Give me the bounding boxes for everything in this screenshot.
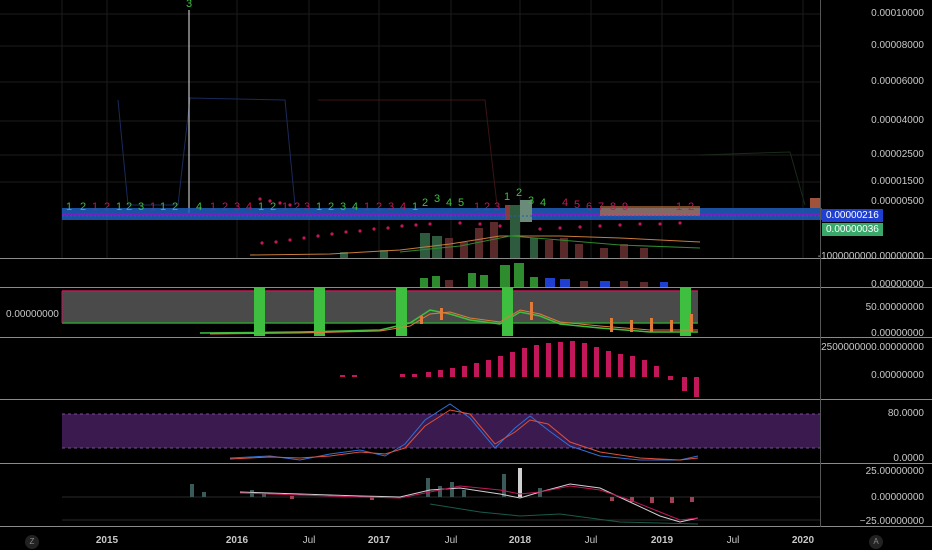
- td-count: 4: [562, 197, 569, 209]
- td-count: 2: [104, 201, 111, 213]
- indicator-5-chart: [62, 468, 820, 525]
- price-axis-label: 0.00001500: [871, 176, 924, 187]
- td-count: 2: [294, 201, 301, 213]
- price-chart: 3: [0, 0, 822, 258]
- td-red-row: 1 2 1 1 2 3 4 1 2 3 1 2 3 4 1 2 3 4 5 6 …: [64, 197, 714, 215]
- pane5-axis-label: 25.00000000: [865, 466, 924, 477]
- volume-pane[interactable]: -1000000000.00000000 0.00000000: [0, 251, 932, 290]
- td-count: 3: [388, 201, 395, 213]
- last-price-tag: 0.00000216: [822, 209, 883, 222]
- td-count: 3: [494, 201, 501, 213]
- td-count: 7: [598, 201, 605, 213]
- price-axis-label: 0.00000500: [871, 196, 924, 207]
- td-count: 8: [610, 201, 617, 213]
- td-count: 2: [222, 201, 229, 213]
- price-axis-label: 0.00006000: [871, 76, 924, 87]
- pane3-axis-label: 0.00000000: [871, 370, 924, 381]
- td-count: 2: [688, 201, 695, 213]
- time-axis-label: 2015: [95, 535, 119, 546]
- time-axis-label: 2019: [650, 535, 674, 546]
- td-count: 1: [364, 201, 371, 213]
- time-axis-label: Jul: [302, 535, 316, 546]
- td-count: 1: [282, 201, 289, 213]
- indicator-pane-4[interactable]: 80.0000 0.0000: [0, 400, 932, 464]
- td-count: 2: [376, 201, 383, 213]
- time-axis-label: Jul: [444, 535, 458, 546]
- secondary-price-tag: 0.00000036: [822, 223, 883, 236]
- td-count: 1: [474, 201, 481, 213]
- price-pane[interactable]: 3 1 2 1 2 3 1 2 4 1 2 1 2 3 4 1 2 3 4 5 …: [0, 0, 932, 258]
- time-axis-label: 2018: [508, 535, 532, 546]
- time-axis-label: Jul: [726, 535, 740, 546]
- indicator-pane-5[interactable]: 25.00000000 0.00000000 −25.00000000: [0, 464, 932, 527]
- pane2-left-label: 0.00000000: [6, 309, 59, 320]
- volume-axis-label: -1000000000.00000000: [817, 251, 924, 262]
- zoom-reset-button[interactable]: Z: [25, 535, 39, 549]
- td-count: 4: [246, 201, 253, 213]
- td-count: 1: [150, 201, 157, 213]
- price-axis-label: 0.00004000: [871, 115, 924, 126]
- td-count: 1: [210, 201, 217, 213]
- td-count: 1: [92, 201, 99, 213]
- price-axis-label: 0.00010000: [871, 8, 924, 19]
- indicator-4-chart: [62, 403, 820, 461]
- time-axis-label: 2020: [791, 535, 815, 546]
- td-top-count: 3: [186, 0, 192, 10]
- td-count: 2: [484, 201, 491, 213]
- pane4-axis-label: 80.0000: [887, 408, 924, 419]
- price-axis-label: 0.00008000: [871, 40, 924, 51]
- time-axis-label: 2016: [225, 535, 249, 546]
- td-count: 5: [574, 199, 581, 211]
- indicator-3-chart: [340, 341, 699, 397]
- td-count: 9: [622, 201, 629, 213]
- time-axis-label: Jul: [584, 535, 598, 546]
- td-count: 2: [516, 187, 523, 199]
- volume-chart: [420, 263, 668, 287]
- td-count: 6: [586, 201, 593, 213]
- td-count: 3: [234, 201, 241, 213]
- indicator-pane-2[interactable]: 0.00000000 50.00000000 0.00000000: [0, 288, 932, 339]
- pane3-axis-label: 2500000000.00000000: [821, 342, 924, 353]
- time-axis-label: 2017: [367, 535, 391, 546]
- pane5-axis-label: 0.00000000: [871, 492, 924, 503]
- indicator-pane-3[interactable]: 2500000000.00000000 0.00000000: [0, 338, 932, 399]
- pane2-axis-label: 50.00000000: [865, 302, 924, 313]
- td-count: 3: [304, 201, 311, 213]
- indicator-2-chart: [61, 288, 698, 336]
- auto-scale-button[interactable]: A: [869, 535, 883, 549]
- price-axis-label: 0.00002500: [871, 149, 924, 160]
- td-count: 4: [400, 201, 407, 213]
- td-count: 1: [676, 201, 683, 213]
- price-axis-border: [820, 0, 821, 527]
